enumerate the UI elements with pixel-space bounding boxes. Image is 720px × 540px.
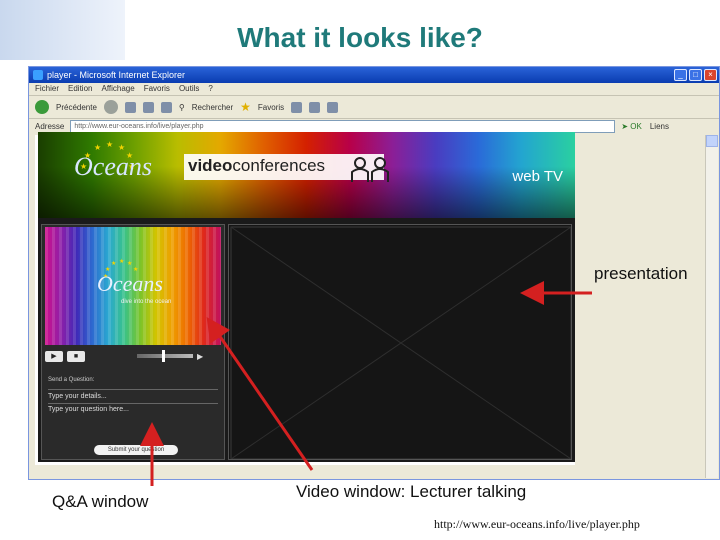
presentation-placeholder	[230, 226, 571, 459]
minimize-button[interactable]: _	[674, 69, 687, 81]
oceans-logo: Oceans	[74, 152, 152, 181]
back-button-label[interactable]: Précédente	[56, 103, 97, 112]
svg-text:★: ★	[118, 143, 125, 152]
browser-titlebar: player - Microsoft Internet Explorer _ □…	[29, 67, 719, 83]
ie-logo-icon	[33, 70, 43, 80]
title-rest-part: conferences	[232, 156, 326, 175]
print-icon[interactable]	[327, 101, 339, 113]
presentation-window[interactable]	[228, 224, 572, 460]
forward-icon[interactable]	[103, 100, 118, 114]
source-url: http://www.eur-oceans.info/live/player.p…	[434, 517, 640, 531]
search-button-label[interactable]: Rechercher	[192, 103, 233, 112]
video-tagline: dive into the ocean	[121, 299, 172, 305]
scroll-up-button[interactable]	[706, 135, 718, 147]
menu-favorites[interactable]: Favoris	[144, 83, 170, 95]
player-page: ★ ★ ★ ★ ★ ★ ★ Oceans videoconferences we…	[38, 132, 575, 462]
address-input[interactable]: http://www.eur-oceans.info/live/player.p…	[70, 119, 616, 133]
svg-text:★: ★	[111, 260, 116, 267]
search-icon[interactable]: ⚲	[179, 103, 185, 112]
svg-text:★: ★	[106, 140, 113, 149]
videoconferences-title: videoconferences	[188, 156, 325, 176]
menu-help[interactable]: ?	[208, 83, 212, 95]
stop-icon: ■	[73, 352, 79, 360]
question-input[interactable]: Type your question here...	[48, 406, 129, 413]
history-icon[interactable]	[291, 101, 303, 113]
video-controls: ▶ ■ ▶	[45, 349, 221, 363]
go-button-label: OK	[630, 121, 642, 131]
stop-button[interactable]: ■	[67, 350, 85, 362]
go-button[interactable]: ➤ OK	[621, 122, 642, 131]
volume-slider[interactable]	[137, 350, 193, 362]
divider	[48, 403, 218, 404]
video-window-annotation: Video window: Lecturer talking	[296, 482, 527, 501]
qa-panel: ★ ★ ★ ★ ★ ★ Oceans dive into the ocean ▶ ■ ▶…	[41, 224, 225, 460]
back-icon[interactable]	[35, 100, 49, 114]
favorites-button-label[interactable]: Favoris	[258, 103, 284, 112]
close-button[interactable]: ×	[704, 69, 717, 81]
address-label: Adresse	[35, 121, 65, 131]
speaker-icon[interactable]: ▶	[197, 352, 203, 361]
mail-icon[interactable]	[309, 101, 321, 113]
qa-section-label: Send a Question:	[48, 377, 95, 383]
browser-toolbar: Précédente ⚲ Rechercher ★ Favoris	[29, 95, 719, 119]
vertical-scrollbar[interactable]	[705, 135, 718, 478]
svg-text:★: ★	[94, 143, 101, 152]
links-button[interactable]: Liens	[650, 122, 669, 131]
menu-edit[interactable]: Edition	[68, 83, 92, 95]
video-window[interactable]: ★ ★ ★ ★ ★ ★ Oceans dive into the ocean	[45, 227, 221, 345]
browser-window-title: player - Microsoft Internet Explorer	[47, 70, 186, 80]
divider	[48, 389, 218, 390]
svg-text:★: ★	[119, 258, 124, 265]
menu-tools[interactable]: Outils	[179, 83, 199, 95]
favorites-icon[interactable]: ★	[240, 100, 251, 114]
stop-icon[interactable]	[124, 101, 136, 113]
refresh-icon[interactable]	[142, 101, 154, 113]
title-bold-part: video	[188, 156, 233, 175]
qa-window-annotation: Q&A window	[52, 492, 149, 511]
home-icon[interactable]	[160, 101, 172, 113]
maximize-button[interactable]: □	[689, 69, 702, 81]
name-input[interactable]: Type your details...	[48, 393, 107, 400]
play-icon: ▶	[51, 352, 57, 360]
player-banner: ★ ★ ★ ★ ★ ★ ★ Oceans videoconferences we…	[38, 132, 575, 218]
volume-knob[interactable]	[162, 350, 165, 362]
menu-file[interactable]: Fichier	[35, 83, 59, 95]
svg-text:★: ★	[127, 260, 132, 267]
menu-bar: Fichier Edition Affichage Favoris Outils…	[29, 83, 719, 95]
web-tv-label: web TV	[512, 168, 563, 185]
menu-view[interactable]: Affichage	[101, 83, 134, 95]
presentation-annotation: presentation	[594, 264, 688, 283]
play-button[interactable]: ▶	[45, 350, 63, 362]
submit-question-button[interactable]: Submit your question	[94, 445, 178, 455]
people-icon	[351, 157, 389, 182]
slide-title: What it looks like?	[237, 22, 483, 53]
video-oceans-logo: Oceans	[97, 271, 163, 296]
